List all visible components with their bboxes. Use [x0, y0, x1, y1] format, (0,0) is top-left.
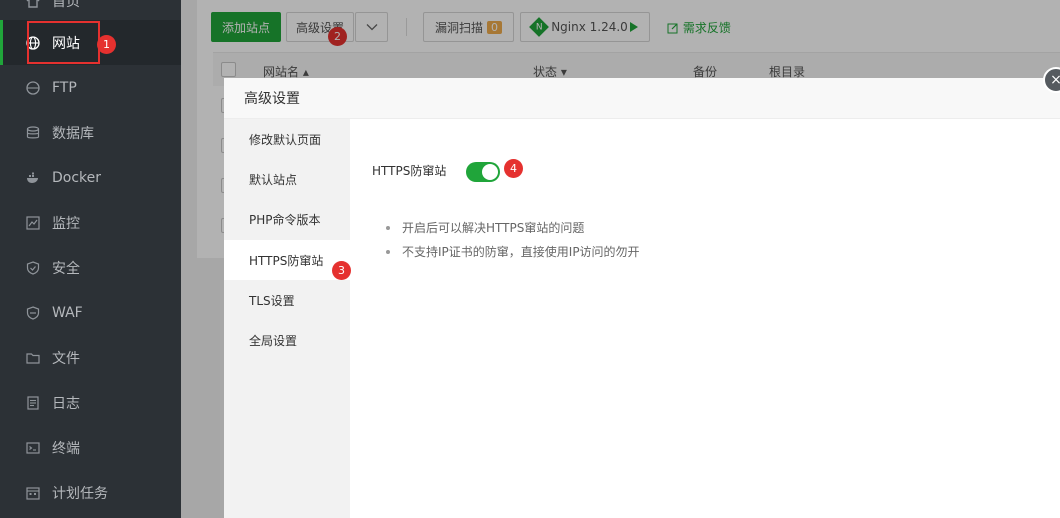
annotation-badge-1: 1 — [97, 35, 116, 54]
sidebar-item-files[interactable]: 文件 — [0, 335, 181, 380]
sidebar-item-label: 终端 — [52, 440, 80, 457]
annotation-badge-4: 4 — [504, 159, 523, 178]
sidebar-item-label: 计划任务 — [52, 485, 108, 502]
sidebar-item-label: 监控 — [52, 215, 80, 232]
sidebar-item-label: FTP — [52, 79, 77, 96]
sidebar-item-waf[interactable]: WAF — [0, 290, 181, 335]
sidebar-item-ftp[interactable]: FTP — [0, 65, 181, 110]
tip-item: 不支持IP证书的防窜，直接使用IP访问的勿开 — [384, 243, 640, 267]
nav-item-https-anti-hijack[interactable]: HTTPS防窜站 — [224, 240, 350, 280]
nav-item-default-site[interactable]: 默认站点 — [224, 159, 350, 199]
sidebar-item-label: WAF — [52, 304, 83, 321]
dialog-nav: 修改默认页面 默认站点 PHP命令版本 HTTPS防窜站 TLS设置 全局设置 … — [224, 119, 351, 518]
home-icon — [26, 0, 40, 8]
sidebar-item-docker[interactable]: Docker — [0, 155, 181, 200]
terminal-icon — [26, 441, 40, 455]
sidebar-item-security[interactable]: 安全 — [0, 245, 181, 290]
nav-item-default-page[interactable]: 修改默认页面 — [224, 119, 350, 159]
shield-icon — [26, 260, 40, 275]
sidebar-item-label: Docker — [52, 169, 102, 186]
https-anti-hijack-toggle[interactable] — [466, 162, 500, 182]
annotation-highlight-box — [27, 21, 100, 64]
sidebar-item-database[interactable]: 数据库 — [0, 110, 181, 155]
sidebar-item-label: 安全 — [52, 260, 80, 277]
calendar-icon — [26, 486, 40, 500]
sidebar-item-label: 首页 — [52, 0, 80, 10]
sidebar-item-cron[interactable]: 计划任务 — [0, 470, 181, 515]
annotation-badge-3: 3 — [332, 261, 351, 280]
advanced-settings-dialog: 高级设置 修改默认页面 默认站点 PHP命令版本 HTTPS防窜站 TLS设置 … — [224, 78, 1060, 518]
sidebar-item-monitor[interactable]: 监控 — [0, 200, 181, 245]
docker-icon — [26, 171, 40, 185]
database-icon — [26, 125, 40, 140]
toggle-knob — [482, 164, 498, 180]
sidebar-item-label: 文件 — [52, 350, 80, 367]
waf-shield-icon — [26, 305, 40, 320]
ftp-icon — [26, 80, 40, 95]
nav-item-global[interactable]: 全局设置 — [224, 320, 350, 360]
nav-item-php-cli[interactable]: PHP命令版本 — [224, 199, 350, 239]
nav-item-tls[interactable]: TLS设置 — [224, 280, 350, 320]
https-anti-hijack-label: HTTPS防窜站 — [372, 164, 447, 178]
log-icon — [26, 395, 40, 410]
sidebar: 首页 网站 FTP 数据库 Docker 监控 安全 WAF 文件 日志 终端 … — [0, 0, 181, 518]
sidebar-item-label: 数据库 — [52, 125, 94, 142]
monitor-icon — [26, 215, 40, 230]
dialog-body: HTTPS防窜站 4 开启后可以解决HTTPS窜站的问题 不支持IP证书的防窜，… — [350, 119, 1060, 518]
sidebar-item-logs[interactable]: 日志 — [0, 380, 181, 425]
dialog-title: 高级设置 — [224, 78, 1060, 119]
tip-item: 开启后可以解决HTTPS窜站的问题 — [384, 219, 640, 243]
tips-list: 开启后可以解决HTTPS窜站的问题 不支持IP证书的防窜，直接使用IP访问的勿开 — [384, 219, 640, 267]
folder-icon — [26, 351, 40, 365]
sidebar-item-terminal[interactable]: 终端 — [0, 425, 181, 470]
sidebar-item-label: 日志 — [52, 395, 80, 412]
